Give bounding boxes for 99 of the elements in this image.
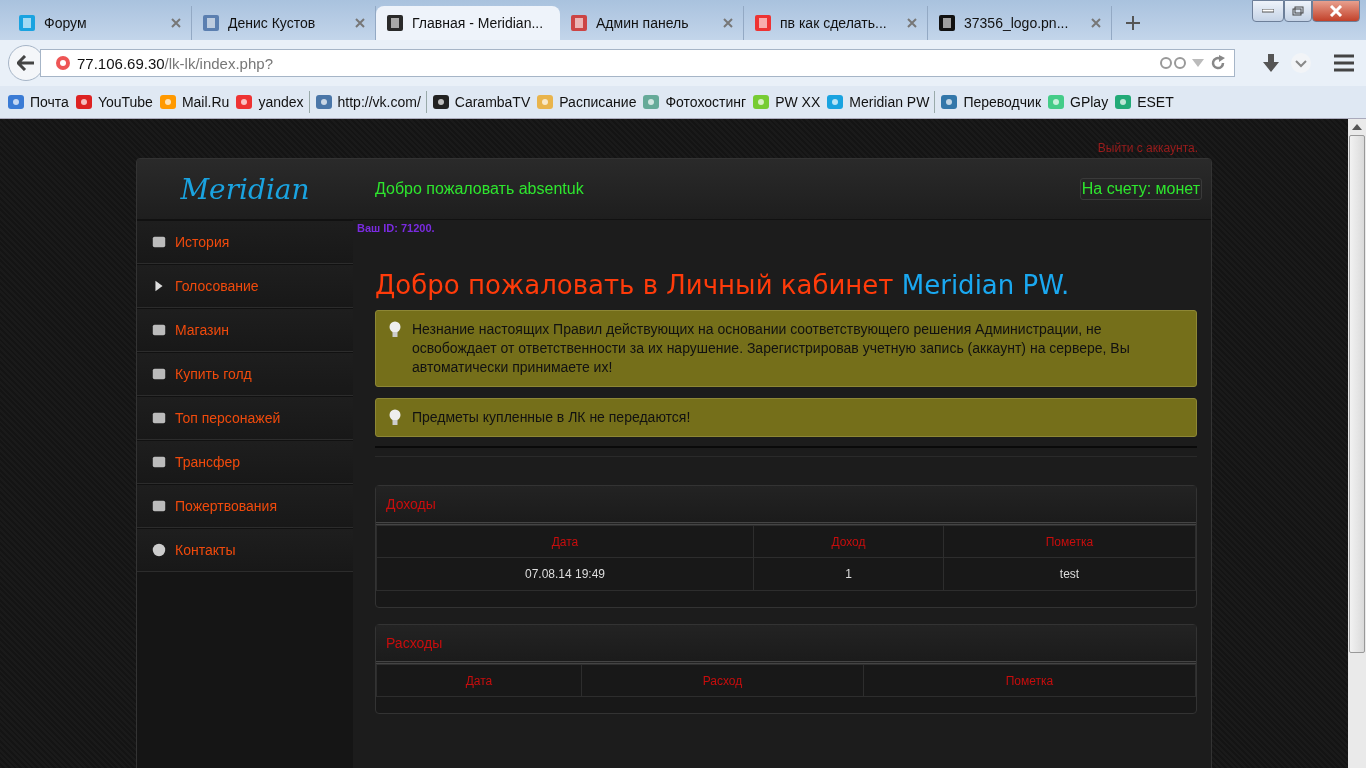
bookmark-label: Фотохостинг [665,94,747,110]
bookmark-icon [1114,93,1133,111]
bookmark[interactable]: Фотохостинг [639,93,750,111]
bookmark[interactable]: PW XX [749,93,824,111]
bookmark-icon [536,93,555,111]
panel-title: Доходы [376,486,1196,525]
menu-item[interactable]: Магазин [137,308,353,352]
bookmark-icon [7,93,25,111]
bookmark-icon [826,93,845,111]
bookmark-label: Почта [30,94,69,110]
menu-item[interactable]: Трансфер [137,440,353,484]
column-header: Дата [376,525,754,558]
minimize-icon [1262,9,1274,13]
bookmark-icon [431,93,450,111]
lightbulb-icon [388,321,402,339]
site-icon [202,14,220,32]
column-header: Пометка [943,525,1196,558]
bookmark-icon [752,93,771,111]
site-icon [18,14,36,32]
glasses-icon[interactable] [1160,57,1186,69]
bookmark-label: GPlay [1070,94,1109,110]
menu-icon[interactable] [1333,54,1355,72]
bookmark[interactable]: GPlay [1044,93,1112,111]
close-icon [1329,5,1343,17]
menu-item[interactable]: Контакты [137,528,353,572]
site-icon [386,14,404,32]
bookmark-label: Meridian PW [849,94,930,110]
user-id-text: Ваш ID: 71200. [357,222,436,234]
bookmark[interactable]: Переводчик [937,93,1044,111]
close-icon[interactable] [171,18,181,28]
minimize-button[interactable] [1252,0,1284,22]
balance-badge: На счету: монет [1079,178,1202,200]
plus-icon[interactable] [1126,16,1140,30]
bookmark[interactable]: Mail.Ru [155,93,233,111]
bookmark-icon [940,93,959,111]
bookmark[interactable]: Meridian PW [823,93,933,111]
column-header: Доход [753,525,944,558]
site-icon [570,14,588,32]
bookmark[interactable]: YouTube [71,93,156,111]
bookmark-label: CarambaTV [454,94,531,110]
site-icon [55,55,71,71]
close-icon[interactable] [723,18,733,28]
column-header: Дата [376,664,582,697]
bookmark-icon [1047,93,1065,111]
menu-item[interactable]: Купить голд [137,352,353,396]
close-icon[interactable] [355,18,365,28]
bookmark-label: YouTube [97,94,153,110]
back-arrow-icon [17,55,35,71]
site-logo: Meridian [179,172,311,206]
bookmark-label: http://vk.com/ [337,94,421,110]
scrollbar[interactable] [1348,119,1366,768]
lightbulb-icon [388,409,402,427]
table-cell: 07.08.14 19:49 [376,557,754,591]
bookmark[interactable]: http://vk.com/ [311,93,424,111]
bookmark[interactable]: yandex [232,93,307,111]
notice-text: Незнание настоящих Правил действующих на основании соответствующего решения Администрации, не освобождает от ответственности за их нарушение. Зарегистрировав учетную запись (аккаунт) на сервере, Вы автоматически принимаете их! [412,320,1131,377]
bookmark-icon [74,93,93,111]
site-icon [938,14,956,32]
bookmark-icon [158,93,177,111]
chevron-icon[interactable] [1291,53,1311,73]
menu-item[interactable]: История [137,220,353,264]
bookmark[interactable]: Почта [4,93,72,111]
menu-item[interactable]: Топ персонажей [137,396,353,440]
bookmark[interactable]: ESET [1111,93,1177,111]
dropdown-icon[interactable] [1192,59,1204,67]
download-icon[interactable] [1261,53,1281,73]
site-icon [754,14,772,32]
menu-item[interactable]: Голосование [137,264,353,308]
page-heading: Добро пожаловать в Личный кабинет Meridian PW. [375,270,1071,300]
bookmark[interactable]: CarambaTV [428,93,534,111]
bookmark[interactable]: Расписание [533,93,640,111]
close-icon[interactable] [1091,18,1101,28]
column-header: Пометка [863,664,1196,697]
bookmark-label: Mail.Ru [181,94,230,110]
close-button[interactable] [1312,0,1360,22]
bookmark-label: Переводчик [963,94,1041,110]
table-cell: 1 [753,557,944,591]
close-icon[interactable] [907,18,917,28]
address-field[interactable]: 77.106.69.30/lk-lk/index.php? [40,49,1235,77]
notice-text: Предметы купленные в ЛК не передаются! [412,408,691,427]
reload-icon[interactable] [1210,55,1226,71]
column-header: Расход [581,664,864,697]
bookmark-icon [642,93,661,111]
browser-tab[interactable]: Главная - Meridian... [376,6,560,40]
restore-icon [1292,6,1304,16]
menu-item[interactable]: Пожертвования [137,484,353,528]
bookmark-label: yandex [258,94,304,110]
bookmark-label: PW XX [775,94,821,110]
restore-button[interactable] [1284,0,1312,22]
bookmark-icon [314,93,333,111]
bookmark-icon [235,93,254,111]
bookmark-label: ESET [1137,94,1174,110]
bookmark-label: Расписание [559,94,637,110]
welcome-text: Добро пожаловать absentuk [374,180,585,198]
panel-title: Расходы [376,625,1196,664]
scroll-up-icon[interactable] [1352,123,1362,131]
url-text: 77.106.69.30/lk-lk/index.php? [77,54,273,72]
scrollbar-thumb[interactable] [1349,135,1365,653]
table-cell: test [943,557,1196,591]
